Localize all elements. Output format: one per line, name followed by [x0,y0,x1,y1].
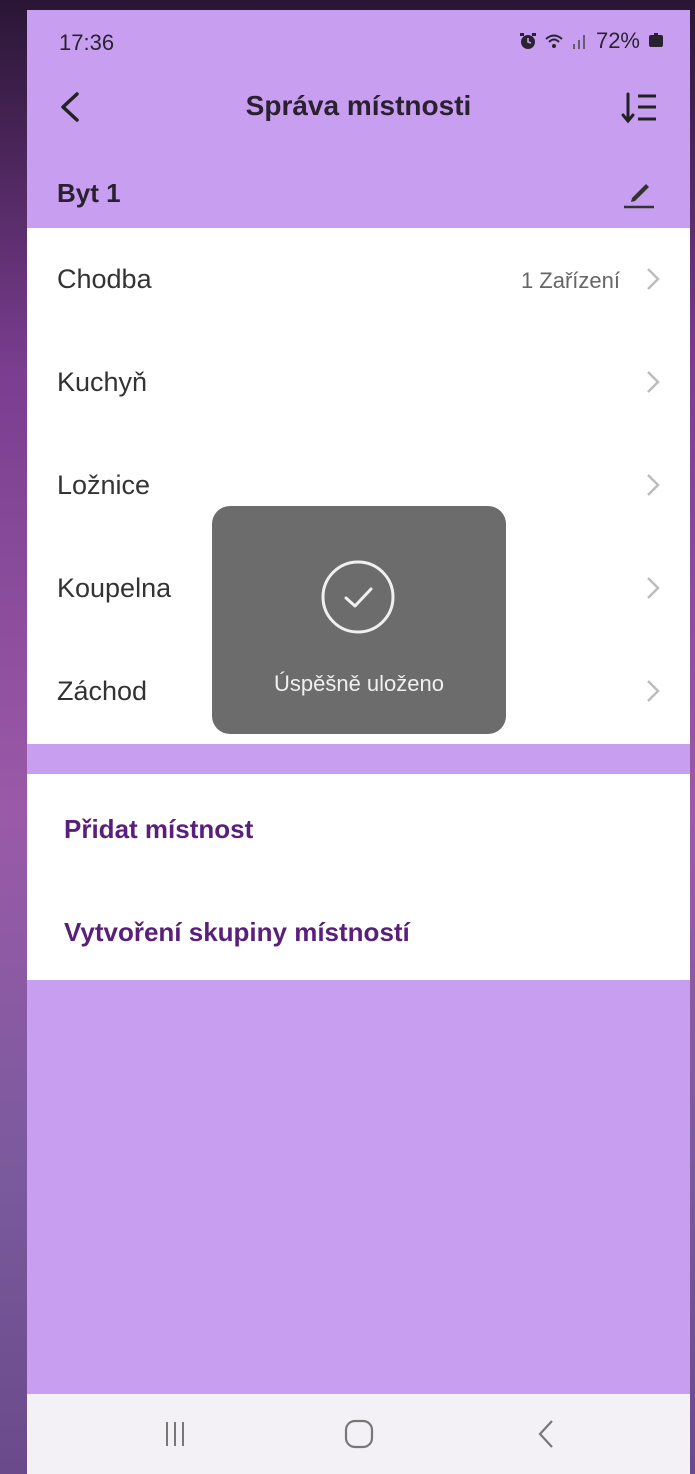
home-header: Byt 1 [27,160,690,228]
page-title: Správa místnosti [245,90,472,121]
chevron-right-icon [647,577,660,599]
alarm-icon [519,33,536,49]
room-name: Ložnice [57,470,151,500]
chevron-right-icon [647,474,660,496]
success-toast: Úspěšně uloženo [212,506,506,734]
chevron-right-icon [647,680,660,702]
home-name: Byt 1 [57,178,121,208]
room-row-kuchyn[interactable]: Kuchyň [27,331,690,434]
status-icons: 72% [518,28,666,54]
app-bar: Správa místnosti [27,70,690,150]
chevron-right-icon [647,371,660,393]
room-name: Kuchyň [57,367,148,397]
room-name: Záchod [57,676,148,706]
status-bar: 17:36 72% [27,10,690,70]
section-divider [27,744,690,774]
status-time: 17:36 [59,30,115,55]
create-room-group-button[interactable]: Vytvoření skupiny místností [64,917,410,948]
system-nav-bar [27,1394,690,1474]
room-row-chodba[interactable]: Chodba 1 Zařízení [27,228,690,331]
room-name: Koupelna [57,573,172,603]
toast-message: Úspěšně uloženo [273,671,444,696]
back-icon[interactable] [527,1414,567,1454]
signal-icon [572,35,585,49]
actions-panel: Přidat místnost Vytvoření skupiny místno… [27,774,690,980]
room-device-count: 1 Zařízení [520,268,620,293]
phone-screen: 17:36 72% Správa místnosti Byt 1 Chodba … [27,10,690,1474]
add-room-button[interactable]: Přidat místnost [64,814,253,845]
room-name: Chodba [57,264,152,294]
edit-pencil-icon[interactable] [622,174,656,210]
chevron-right-icon [647,268,660,290]
wifi-icon [545,34,563,48]
sort-list-icon[interactable] [620,88,660,128]
check-circle-icon [321,560,395,634]
battery-percent: 72% [595,28,640,53]
recent-apps-icon[interactable] [155,1414,195,1454]
home-icon[interactable] [339,1414,379,1454]
battery-icon [649,33,663,47]
